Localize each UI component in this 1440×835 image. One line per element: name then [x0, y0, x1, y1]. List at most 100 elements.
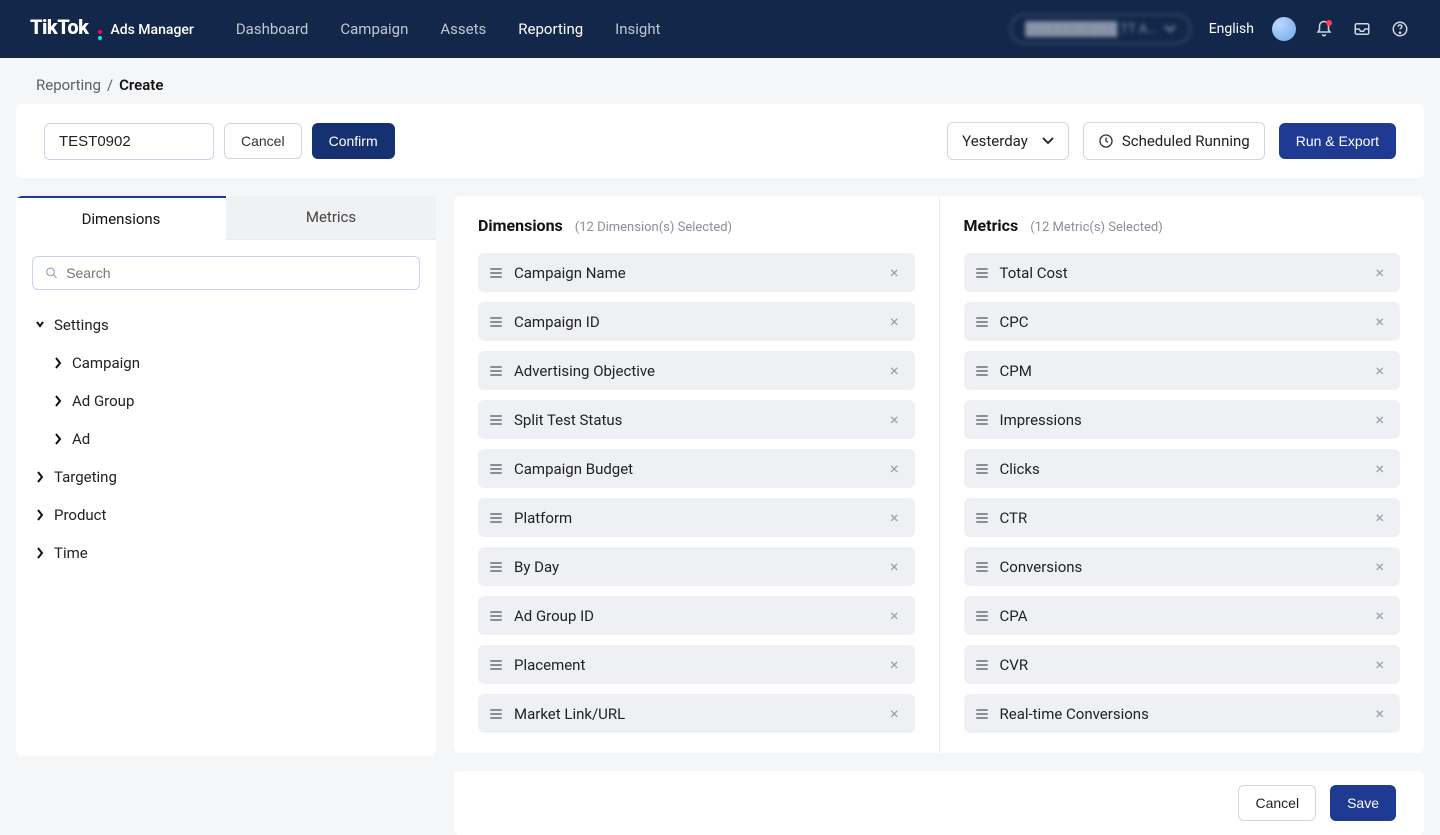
- remove-chip-icon[interactable]: ×: [886, 606, 903, 625]
- drag-handle-icon[interactable]: [490, 462, 502, 476]
- nav-assets[interactable]: Assets: [438, 16, 488, 42]
- drag-handle-icon[interactable]: [976, 658, 988, 672]
- drag-handle-icon[interactable]: [490, 609, 502, 623]
- remove-chip-icon[interactable]: ×: [1371, 655, 1388, 674]
- tree-product[interactable]: Product: [24, 496, 428, 534]
- search-input[interactable]: [66, 265, 407, 281]
- remove-chip-icon[interactable]: ×: [886, 508, 903, 527]
- tree-campaign-label: Campaign: [72, 354, 140, 372]
- drag-handle-icon[interactable]: [976, 364, 988, 378]
- tree-ad[interactable]: Ad: [42, 420, 428, 458]
- report-name-input[interactable]: [44, 123, 214, 160]
- name-cancel-button[interactable]: Cancel: [224, 123, 302, 159]
- caret-down-icon: [36, 319, 46, 331]
- drag-handle-icon[interactable]: [976, 707, 988, 721]
- remove-chip-icon[interactable]: ×: [1371, 508, 1388, 527]
- metrics-chip[interactable]: Conversions×: [964, 547, 1401, 586]
- nav-reporting[interactable]: Reporting: [516, 16, 585, 42]
- remove-chip-icon[interactable]: ×: [886, 263, 903, 282]
- drag-handle-icon[interactable]: [976, 560, 988, 574]
- name-confirm-button[interactable]: Confirm: [312, 123, 395, 159]
- brand-logo: TikTok Ads Manager: [30, 15, 194, 44]
- metrics-chip[interactable]: Total Cost×: [964, 253, 1401, 292]
- caret-right-icon: [36, 471, 46, 483]
- drag-handle-icon[interactable]: [976, 511, 988, 525]
- date-range-select[interactable]: Yesterday: [947, 122, 1069, 160]
- dimensions-chip[interactable]: By Day×: [478, 547, 915, 586]
- drag-handle-icon[interactable]: [490, 413, 502, 427]
- tree-time[interactable]: Time: [24, 534, 428, 572]
- dimensions-chip[interactable]: Campaign ID×: [478, 302, 915, 341]
- drag-handle-icon[interactable]: [976, 609, 988, 623]
- metrics-chip[interactable]: Real-time Conversions×: [964, 694, 1401, 733]
- drag-handle-icon[interactable]: [490, 364, 502, 378]
- tree-targeting[interactable]: Targeting: [24, 458, 428, 496]
- dimensions-count: (12 Dimension(s) Selected): [575, 220, 732, 235]
- help-icon[interactable]: [1390, 19, 1410, 39]
- remove-chip-icon[interactable]: ×: [886, 459, 903, 478]
- remove-chip-icon[interactable]: ×: [1371, 606, 1388, 625]
- dimensions-chip[interactable]: Placement×: [478, 645, 915, 684]
- drag-handle-icon[interactable]: [976, 413, 988, 427]
- drag-handle-icon[interactable]: [490, 511, 502, 525]
- nav-insight[interactable]: Insight: [613, 16, 662, 42]
- remove-chip-icon[interactable]: ×: [1371, 312, 1388, 331]
- footer-save-button[interactable]: Save: [1330, 785, 1396, 821]
- dimensions-chip[interactable]: Market Link/URL×: [478, 694, 915, 733]
- nav-campaign[interactable]: Campaign: [338, 16, 410, 42]
- remove-chip-icon[interactable]: ×: [886, 704, 903, 723]
- chevron-down-icon: [1042, 137, 1054, 145]
- remove-chip-icon[interactable]: ×: [1371, 361, 1388, 380]
- metrics-chip[interactable]: Clicks×: [964, 449, 1401, 488]
- remove-chip-icon[interactable]: ×: [1371, 263, 1388, 282]
- metrics-chip[interactable]: CTR×: [964, 498, 1401, 537]
- metrics-chip[interactable]: CPM×: [964, 351, 1401, 390]
- tab-metrics[interactable]: Metrics: [226, 196, 436, 240]
- avatar[interactable]: [1272, 17, 1296, 41]
- drag-handle-icon[interactable]: [490, 266, 502, 280]
- bell-icon[interactable]: [1314, 19, 1334, 39]
- remove-chip-icon[interactable]: ×: [1371, 704, 1388, 723]
- dimensions-chip[interactable]: Campaign Name×: [478, 253, 915, 292]
- remove-chip-icon[interactable]: ×: [886, 410, 903, 429]
- tab-dimensions[interactable]: Dimensions: [16, 196, 226, 240]
- brand-dots-icon: [98, 30, 102, 34]
- remove-chip-icon[interactable]: ×: [886, 361, 903, 380]
- metrics-chip[interactable]: CPA×: [964, 596, 1401, 635]
- search-field[interactable]: [32, 256, 420, 290]
- metrics-chip[interactable]: CVR×: [964, 645, 1401, 684]
- inbox-icon[interactable]: [1352, 19, 1372, 39]
- remove-chip-icon[interactable]: ×: [886, 312, 903, 331]
- dimensions-chip[interactable]: Split Test Status×: [478, 400, 915, 439]
- scheduled-running-button[interactable]: Scheduled Running: [1083, 122, 1265, 160]
- breadcrumb-sep: /: [107, 76, 113, 94]
- language-switcher[interactable]: English: [1209, 21, 1254, 37]
- drag-handle-icon[interactable]: [490, 560, 502, 574]
- metrics-chip[interactable]: CPC×: [964, 302, 1401, 341]
- tree-settings[interactable]: Settings: [24, 306, 428, 344]
- breadcrumb-parent[interactable]: Reporting: [36, 76, 101, 94]
- dimensions-chip[interactable]: Advertising Objective×: [478, 351, 915, 390]
- remove-chip-icon[interactable]: ×: [1371, 459, 1388, 478]
- dimensions-chip[interactable]: Ad Group ID×: [478, 596, 915, 635]
- drag-handle-icon[interactable]: [976, 462, 988, 476]
- remove-chip-icon[interactable]: ×: [886, 655, 903, 674]
- drag-handle-icon[interactable]: [490, 315, 502, 329]
- drag-handle-icon[interactable]: [976, 266, 988, 280]
- drag-handle-icon[interactable]: [490, 707, 502, 721]
- drag-handle-icon[interactable]: [490, 658, 502, 672]
- nav-dashboard[interactable]: Dashboard: [234, 16, 311, 42]
- tree-campaign[interactable]: Campaign: [42, 344, 428, 382]
- footer-cancel-button[interactable]: Cancel: [1238, 785, 1316, 821]
- account-switcher[interactable]: ██████████ TT A...: [1010, 14, 1190, 44]
- remove-chip-icon[interactable]: ×: [886, 557, 903, 576]
- remove-chip-icon[interactable]: ×: [1371, 410, 1388, 429]
- dimensions-chip[interactable]: Campaign Budget×: [478, 449, 915, 488]
- dimensions-chip[interactable]: Platform×: [478, 498, 915, 537]
- remove-chip-icon[interactable]: ×: [1371, 557, 1388, 576]
- metrics-list: Total Cost× CPC× CPM× Impressions× Clicks× CT…: [964, 253, 1401, 733]
- tree-adgroup[interactable]: Ad Group: [42, 382, 428, 420]
- metrics-chip[interactable]: Impressions×: [964, 400, 1401, 439]
- run-export-button[interactable]: Run & Export: [1279, 123, 1396, 159]
- drag-handle-icon[interactable]: [976, 315, 988, 329]
